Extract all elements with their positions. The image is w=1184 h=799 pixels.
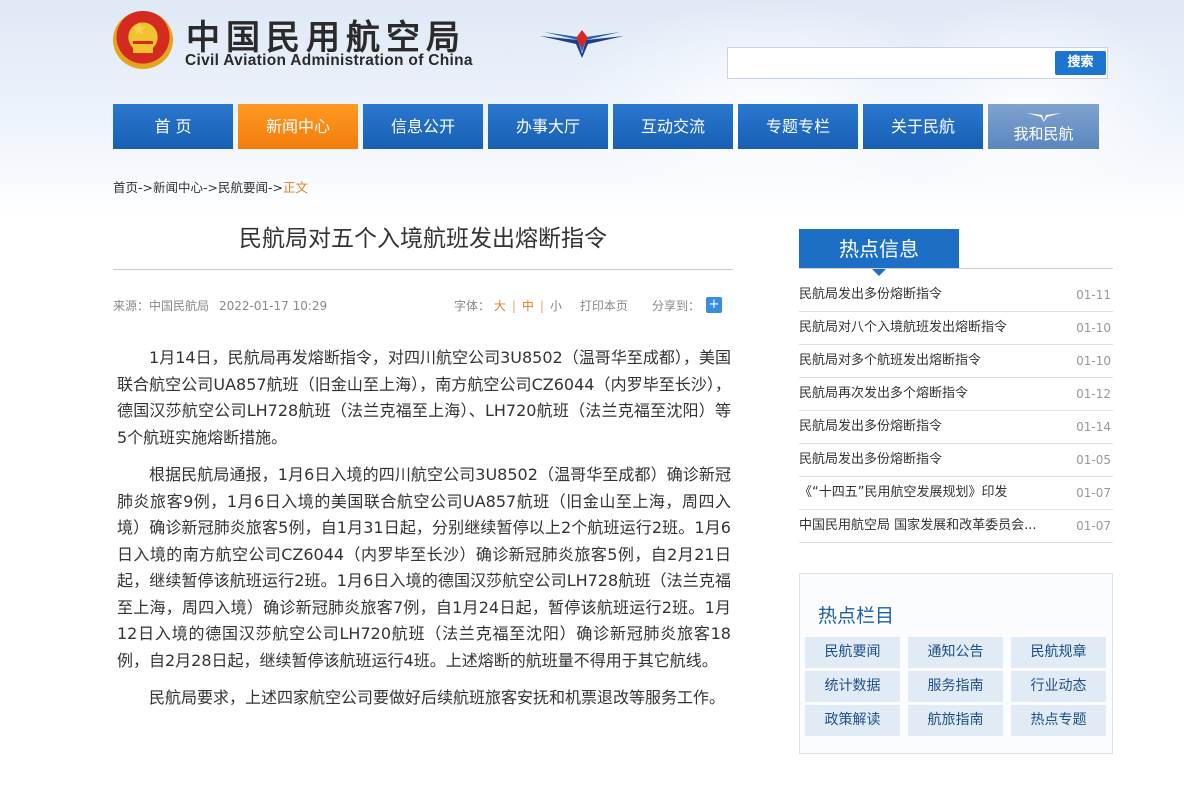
column-link[interactable]: 政策解读 bbox=[805, 705, 900, 736]
divider: | bbox=[511, 299, 516, 313]
search-button[interactable]: 搜索 bbox=[1055, 51, 1106, 75]
breadcrumb-sep: -> bbox=[138, 180, 153, 195]
hot-info-item-title[interactable]: 民航局发出多份熔断指令 bbox=[799, 411, 1059, 443]
nav-home[interactable]: 首 页 bbox=[113, 104, 233, 149]
hot-columns-panel: 热点栏目 民航要闻 通知公告 民航规章 统计数据 服务指南 行业动态 政策解读 … bbox=[799, 573, 1113, 754]
hot-info-item-title[interactable]: 中国民用航空局 国家发展和改革委员会... bbox=[799, 510, 1059, 542]
article-paragraph: 根据民航局通报，1月6日入境的四川航空公司3U8502（温哥华至成都）确诊新冠肺… bbox=[117, 465, 731, 670]
hot-info-item[interactable]: 民航局对八个入境航班发出熔断指令 01-10 bbox=[799, 312, 1113, 345]
breadcrumb-sep: -> bbox=[203, 180, 218, 195]
divider: | bbox=[539, 299, 544, 313]
breadcrumb-news[interactable]: 新闻中心 bbox=[153, 180, 203, 195]
hot-info-item[interactable]: 民航局发出多份熔断指令 01-11 bbox=[799, 279, 1113, 312]
share-label: 分享到： bbox=[652, 299, 701, 313]
font-small-option[interactable]: 小 bbox=[550, 299, 562, 313]
hot-info-title: 热点信息 bbox=[799, 229, 959, 276]
font-label: 字体： bbox=[454, 299, 491, 313]
hot-info-item-date: 01-10 bbox=[1076, 321, 1111, 335]
article-source: 来源：中国民航局 bbox=[113, 299, 210, 313]
hot-info-item-title[interactable]: 民航局发出多份熔断指令 bbox=[799, 444, 1059, 476]
breadcrumb-section[interactable]: 民航要闻 bbox=[218, 180, 268, 195]
article-meta: 来源：中国民航局 2022-01-17 10:29 bbox=[113, 297, 327, 314]
font-large-option[interactable]: 大 bbox=[494, 299, 506, 313]
hot-info-item[interactable]: 民航局发出多份熔断指令 01-05 bbox=[799, 444, 1113, 477]
column-link[interactable]: 统计数据 bbox=[805, 671, 900, 702]
column-link[interactable]: 热点专题 bbox=[1011, 705, 1106, 736]
hot-info-item-date: 01-05 bbox=[1076, 453, 1111, 467]
breadcrumb-current: 正文 bbox=[283, 180, 309, 195]
search-box: 搜索 bbox=[727, 47, 1108, 79]
hot-info-item-title[interactable]: 《“十四五”民用航空发展规划》印发 bbox=[799, 477, 1059, 509]
nav-info-disclosure[interactable]: 信息公开 bbox=[363, 104, 483, 149]
share-plus-icon[interactable]: + bbox=[706, 297, 722, 313]
hot-info-item[interactable]: 民航局对多个航班发出熔断指令 01-10 bbox=[799, 345, 1113, 378]
hot-info-item-title[interactable]: 民航局对八个入境航班发出熔断指令 bbox=[799, 312, 1059, 344]
hot-info-list: 民航局发出多份熔断指令 01-11 民航局对八个入境航班发出熔断指令 01-10 民… bbox=[799, 279, 1113, 543]
nav-service-hall[interactable]: 办事大厅 bbox=[488, 104, 608, 149]
print-link[interactable]: 打印本页 bbox=[580, 299, 628, 313]
column-link[interactable]: 民航要闻 bbox=[805, 637, 900, 668]
hot-info-item-date: 01-12 bbox=[1076, 387, 1111, 401]
nav-me-and-caac-label: 我和民航 bbox=[1013, 125, 1074, 143]
nav-me-and-caac[interactable]: 我和民航 bbox=[988, 104, 1099, 149]
article-title: 民航局对五个入境航班发出熔断指令 bbox=[239, 226, 607, 252]
font-medium-option[interactable]: 中 bbox=[522, 299, 534, 313]
hot-info-item-date: 01-14 bbox=[1076, 420, 1111, 434]
hot-info-item-date: 01-11 bbox=[1076, 288, 1111, 302]
hot-info-divider bbox=[799, 268, 1113, 269]
main-nav: 首 页 新闻中心 信息公开 办事大厅 互动交流 专题专栏 关于民航 我和民航 bbox=[113, 104, 1099, 149]
font-size-control: 字体： 大 | 中 | 小 打印本页 bbox=[454, 297, 628, 314]
site-name-en: Civil Aviation Administration of China bbox=[185, 52, 473, 69]
column-link[interactable]: 航旅指南 bbox=[908, 705, 1003, 736]
hot-info-item-title[interactable]: 民航局对多个航班发出熔断指令 bbox=[799, 345, 1059, 377]
hot-info-item[interactable]: 《“十四五”民用航空发展规划》印发 01-07 bbox=[799, 477, 1113, 510]
article-paragraph: 民航局要求，上述四家航空公司要做好后续航班旅客安抚和机票退改等服务工作。 bbox=[149, 688, 726, 707]
hot-info-item-date: 01-07 bbox=[1076, 519, 1111, 533]
hot-info-item[interactable]: 民航局发出多份熔断指令 01-14 bbox=[799, 411, 1113, 444]
breadcrumb: 首页->新闻中心->民航要闻->正文 bbox=[113, 177, 308, 196]
column-link[interactable]: 通知公告 bbox=[908, 637, 1003, 668]
article-paragraph: 1月14日，民航局再发熔断指令，对四川航空公司3U8502（温哥华至成都），美国… bbox=[117, 348, 731, 447]
column-link[interactable]: 行业动态 bbox=[1011, 671, 1106, 702]
article-body: 1月14日，民航局再发熔断指令，对四川航空公司3U8502（温哥华至成都），美国… bbox=[117, 345, 731, 723]
hot-info-item-date: 01-07 bbox=[1076, 486, 1111, 500]
breadcrumb-sep: -> bbox=[268, 180, 283, 195]
wings-icon bbox=[1026, 113, 1061, 122]
hot-info-item[interactable]: 民航局再次发出多个熔断指令 01-12 bbox=[799, 378, 1113, 411]
hot-info-item[interactable]: 中国民用航空局 国家发展和改革委员会... 01-07 bbox=[799, 510, 1113, 543]
title-divider bbox=[113, 269, 733, 270]
caac-wings-logo-icon bbox=[540, 30, 624, 58]
hot-info-item-date: 01-10 bbox=[1076, 354, 1111, 368]
nav-news-center[interactable]: 新闻中心 bbox=[238, 104, 358, 149]
breadcrumb-home[interactable]: 首页 bbox=[113, 180, 138, 195]
nav-about[interactable]: 关于民航 bbox=[863, 104, 983, 149]
search-input[interactable] bbox=[732, 51, 1052, 75]
article-date: 2022-01-17 10:29 bbox=[219, 299, 328, 313]
hot-info-item-title[interactable]: 民航局发出多份熔断指令 bbox=[799, 279, 1059, 311]
column-link[interactable]: 服务指南 bbox=[908, 671, 1003, 702]
hot-columns-title: 热点栏目 bbox=[818, 605, 895, 627]
nav-interaction[interactable]: 互动交流 bbox=[613, 104, 733, 149]
nav-special-topics[interactable]: 专题专栏 bbox=[738, 104, 858, 149]
national-emblem-icon: ★ bbox=[113, 11, 173, 69]
column-link[interactable]: 民航规章 bbox=[1011, 637, 1106, 668]
hot-info-item-title[interactable]: 民航局再次发出多个熔断指令 bbox=[799, 378, 1059, 410]
